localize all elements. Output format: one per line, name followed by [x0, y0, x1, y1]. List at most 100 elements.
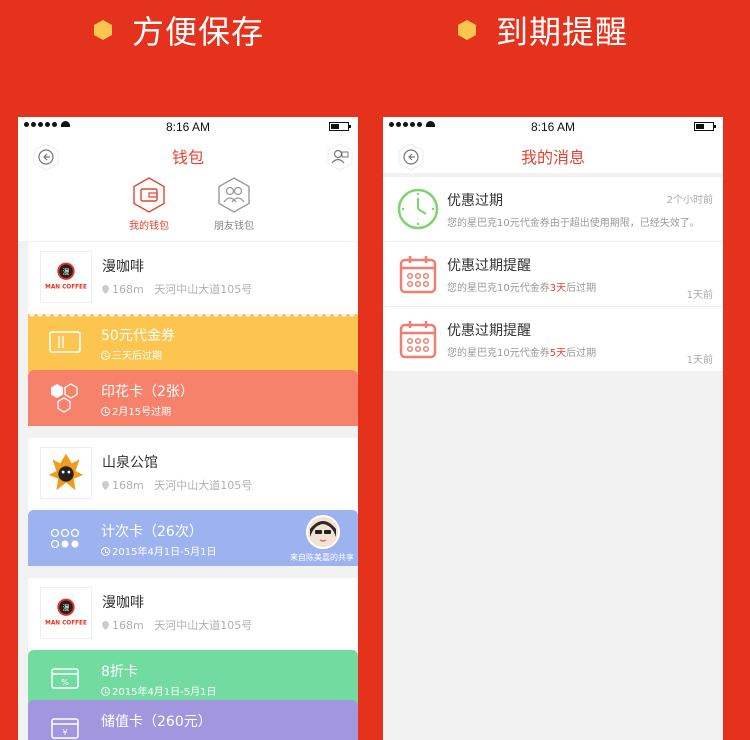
tab-friend-wallet[interactable]: 朋友钱包 — [194, 177, 274, 232]
merchant-header[interactable]: 山泉公馆 168m 天河中山大道105号 — [28, 438, 358, 510]
tab-label: 我的钱包 — [129, 221, 169, 232]
man-coffee-logo: 漫 MAN COFFEE — [40, 587, 92, 639]
svg-text:MAN COFFEE: MAN COFFEE — [45, 621, 87, 627]
status-bar: 8:16 AM — [383, 117, 723, 137]
wallet-tabs: 我的钱包 朋友钱包 — [18, 173, 358, 241]
message-body-prefix: 您的星巴克10元代金券 — [447, 283, 550, 294]
svg-text:漫: 漫 — [63, 603, 70, 612]
status-time: 8:16 AM — [530, 120, 576, 134]
page-title: 我的消息 — [520, 148, 585, 167]
message-title: 优惠过期提醒 — [447, 258, 531, 274]
calendar-icon — [399, 321, 437, 359]
message-body-suffix: 后过期 — [566, 348, 597, 359]
message-item[interactable]: 优惠过期 您的星巴克10元代金券由于超出使用期限，已经失效了。 2个小时前 — [383, 177, 723, 242]
message-body: 您的星巴克10元代金券3天后过期 — [447, 279, 596, 294]
merchant-name: 漫咖啡 — [102, 595, 144, 611]
message-item[interactable]: 优惠过期提醒 您的星巴克10元代金券3天后过期 1天前 — [383, 242, 723, 307]
merchant-address: 天河中山大道105号 — [154, 619, 253, 632]
card-name: 50元代金券 — [101, 328, 175, 344]
location-pin-icon — [102, 621, 109, 630]
wallet-screen: 8:16 AM 钱包 我的钱包 朋友钱包 漫 MAN COFFEE 漫咖啡 16… — [18, 117, 358, 740]
clock-icon — [397, 188, 439, 230]
nav-bar: 钱包 — [18, 137, 358, 173]
message-body-highlight: 5天 — [549, 348, 567, 359]
card-name: 8折卡 — [101, 664, 138, 680]
card-expiry: 2015年4月1日-5月1日 — [101, 543, 217, 558]
merchant-address: 天河中山大道105号 — [154, 283, 253, 296]
shanquan-logo — [40, 447, 92, 499]
message-body: 您的星巴克10元代金券5天后过期 — [447, 344, 596, 359]
merchant-distance: 168m — [112, 283, 144, 296]
message-body-prefix: 您的星巴克10元代金券 — [447, 348, 550, 359]
svg-text:MAN COFFEE: MAN COFFEE — [45, 285, 87, 291]
card-expiry: 2月15号过期 — [101, 403, 171, 418]
merchant-address: 天河中山大道105号 — [154, 479, 253, 492]
friend-avatar — [306, 515, 340, 549]
stored-value-card[interactable]: ¥ 储值卡（260元） — [28, 700, 358, 740]
card-expiry: 2015年4月1日-5月1日 — [101, 683, 217, 698]
message-body-highlight: 3天 — [549, 283, 567, 294]
merchant-name: 山泉公馆 — [102, 455, 158, 471]
hexagons-icon — [51, 383, 78, 413]
feature-title: 到期提醒 — [496, 13, 629, 51]
message-title: 优惠过期提醒 — [447, 323, 531, 339]
merchant-header[interactable]: 漫 MAN COFFEE 漫咖啡 168m 天河中山大道105号 — [28, 242, 358, 314]
message-time: 1天前 — [686, 290, 713, 301]
status-bar: 8:16 AM — [18, 117, 358, 137]
svg-text:漫: 漫 — [63, 267, 70, 276]
svg-text:¥: ¥ — [62, 728, 67, 737]
page-title: 钱包 — [171, 148, 204, 167]
clock-icon — [101, 351, 110, 360]
merchant-address-line: 168m 天河中山大道105号 — [102, 617, 252, 633]
card-expiry-text: 2015年4月1日-5月1日 — [112, 687, 217, 698]
status-time: 8:16 AM — [165, 120, 211, 134]
coupon-card[interactable]: 50元代金券 三天后过期 — [28, 314, 358, 374]
merchant-group: 山泉公馆 168m 天河中山大道105号 计次卡（26次） 2015年4月1日-… — [28, 438, 358, 566]
clock-icon — [101, 547, 110, 556]
message-body: 您的星巴克10元代金券由于超出使用期限，已经失效了。 — [447, 218, 700, 229]
merchant-name: 漫咖啡 — [102, 259, 144, 275]
svg-text:%: % — [61, 678, 69, 687]
stamp-card[interactable]: 印花卡（2张） 2月15号过期 — [28, 370, 358, 426]
feature-heading-save: 方便保存 — [94, 8, 264, 52]
yen-card-icon: ¥ — [51, 718, 79, 739]
merchant-address-line: 168m 天河中山大道105号 — [102, 281, 252, 297]
count-card[interactable]: 计次卡（26次） 2015年4月1日-5月1日 来自陈美嘉的共享 — [28, 510, 358, 566]
feature-title: 方便保存 — [132, 13, 265, 51]
message-body-suffix: 后过期 — [566, 283, 597, 294]
friends-icon[interactable] — [326, 143, 354, 171]
dots-icon — [50, 528, 80, 549]
hexagon-bullet-icon — [94, 20, 112, 40]
shared-from-label: 来自陈美嘉的共享 — [290, 553, 354, 562]
card-expiry-text: 三天后过期 — [112, 351, 162, 362]
merchant-distance: 168m — [112, 619, 144, 632]
tab-label: 朋友钱包 — [214, 221, 254, 232]
ticket-icon — [49, 331, 81, 353]
message-time: 2个小时前 — [666, 195, 713, 206]
battery-icon — [329, 122, 351, 131]
merchant-group: 漫 MAN COFFEE 漫咖啡 168m 天河中山大道105号 % 8折卡 2… — [28, 578, 358, 740]
discount-card[interactable]: % 8折卡 2015年4月1日-5月1日 — [28, 650, 358, 706]
tab-my-wallet[interactable]: 我的钱包 — [109, 177, 189, 232]
card-name: 储值卡（260元） — [101, 714, 212, 730]
clock-icon — [101, 407, 110, 416]
message-title: 优惠过期 — [447, 193, 503, 209]
battery-icon — [694, 122, 716, 131]
location-pin-icon — [102, 481, 109, 490]
message-time: 1天前 — [686, 355, 713, 366]
card-name: 计次卡（26次） — [101, 524, 203, 540]
card-name: 印花卡（2张） — [101, 384, 194, 400]
hexagon-bullet-icon — [458, 20, 476, 40]
message-item[interactable]: 优惠过期提醒 您的星巴克10元代金券5天后过期 1天前 — [383, 307, 723, 372]
friends-icon — [218, 177, 250, 213]
card-expiry-text: 2015年4月1日-5月1日 — [112, 547, 217, 558]
merchant-group: 漫 MAN COFFEE 漫咖啡 168m 天河中山大道105号 50元代金券 … — [28, 242, 358, 426]
merchant-address-line: 168m 天河中山大道105号 — [102, 477, 252, 493]
feature-heading-reminder: 到期提醒 — [458, 8, 628, 52]
messages-screen: 8:16 AM 我的消息 优惠过期 您的星巴克10元代金券由于超出使用期限，已经… — [383, 117, 723, 740]
card-expiry: 三天后过期 — [101, 347, 162, 362]
clock-icon — [101, 687, 110, 696]
merchant-header[interactable]: 漫 MAN COFFEE 漫咖啡 168m 天河中山大道105号 — [28, 578, 358, 650]
man-coffee-logo: 漫 MAN COFFEE — [40, 251, 92, 303]
calendar-icon — [399, 256, 437, 294]
